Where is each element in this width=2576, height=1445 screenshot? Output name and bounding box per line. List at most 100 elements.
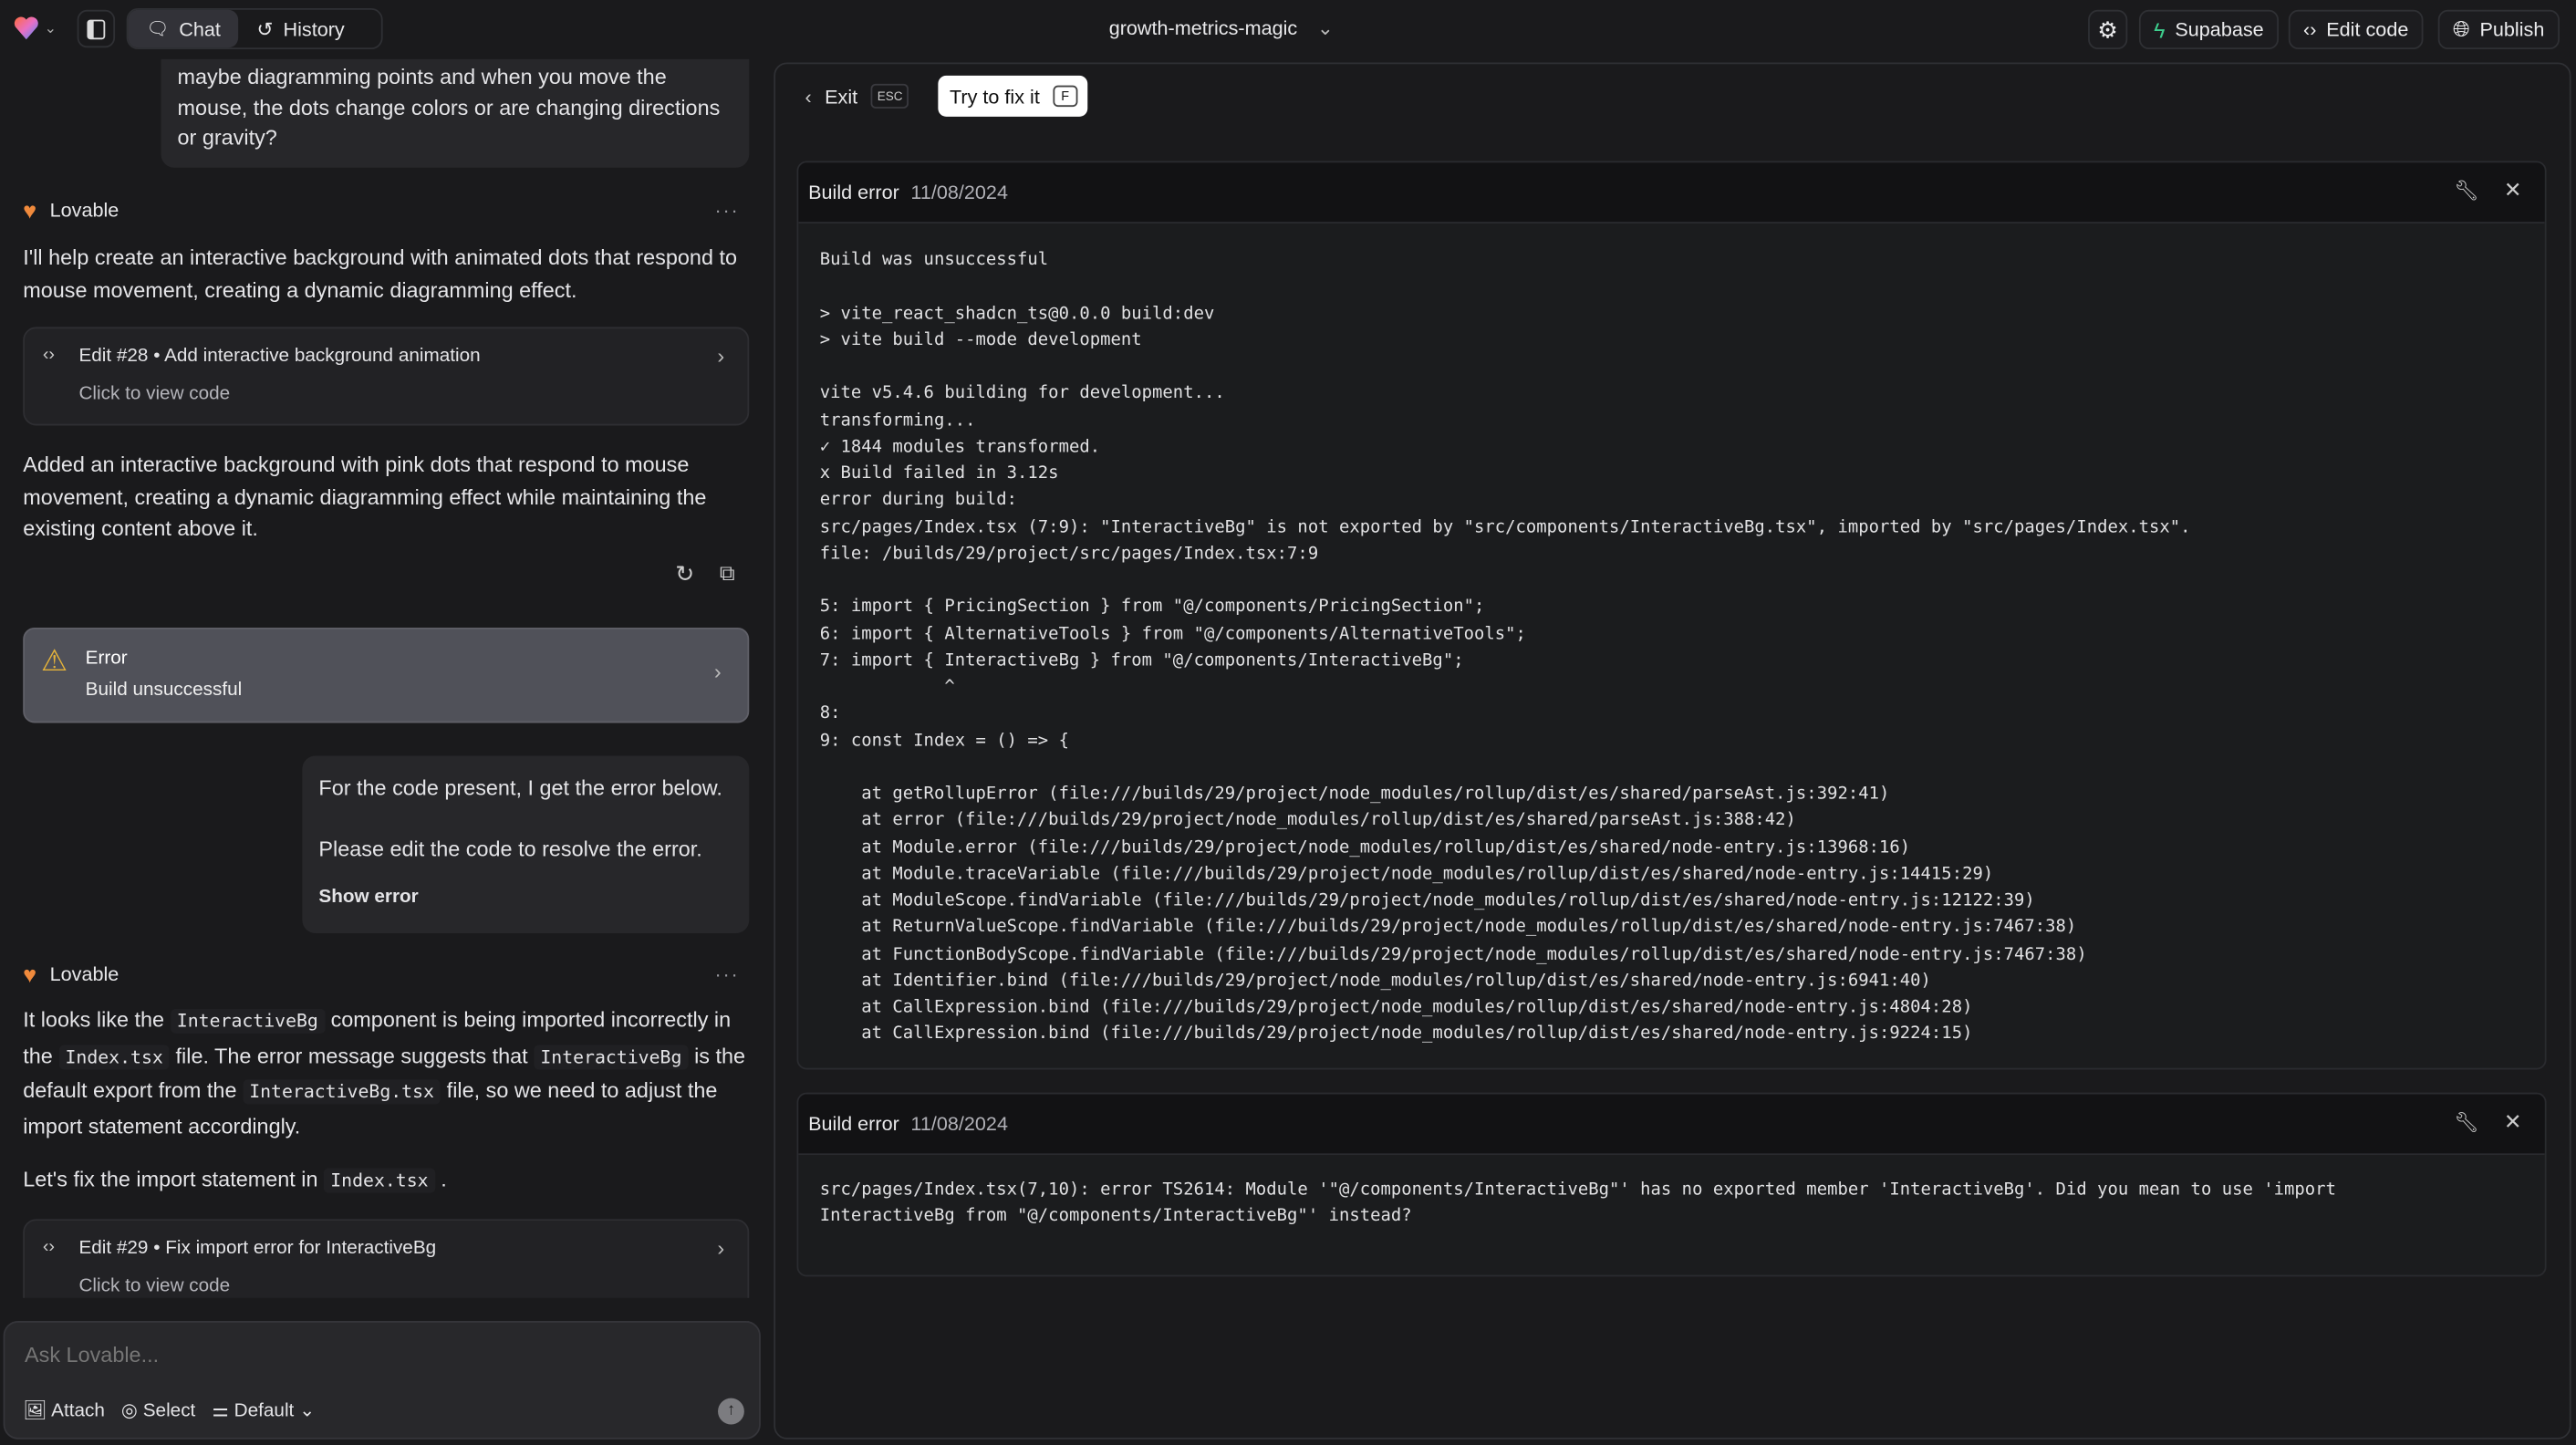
log-line: at ModuleScope.findVariable (file:///bui…: [819, 890, 2035, 910]
select-button[interactable]: ◎ Select: [121, 1398, 195, 1421]
code-icon: ‹›: [42, 1237, 56, 1257]
supabase-icon: ϟ: [2154, 16, 2166, 42]
log-line: at ReturnValueScope.findVariable (file:/…: [819, 917, 2077, 938]
send-button[interactable]: ↑: [718, 1398, 744, 1425]
open-external-icon[interactable]: ⧉: [720, 560, 735, 587]
inline-code: InteractiveBg: [534, 1044, 689, 1069]
publish-button[interactable]: 🌐︎ Publish: [2437, 9, 2560, 50]
view-tabs: 🗨 Chat ↺ History: [126, 8, 383, 50]
inline-code: Index.tsx: [58, 1044, 171, 1069]
log-line: at Module.traceVariable (file:///builds/…: [819, 863, 1994, 884]
tab-chat[interactable]: 🗨 Chat: [128, 9, 239, 48]
log-line: 9: const Index = () => {: [819, 730, 1069, 751]
exit-button[interactable]: ‹ Exit ESC: [805, 83, 909, 109]
log-line: at Module.error (file:///builds/29/proje…: [819, 837, 1911, 858]
assistant-header: ♥ Lovable ···: [23, 197, 740, 224]
log-line: at CallExpression.bind (file:///builds/2…: [819, 1024, 1973, 1045]
sidebar-icon: [87, 18, 106, 39]
user-message: maybe diagramming points and when you mo…: [161, 58, 750, 168]
log-line: 5: import { PricingSection } from "@/com…: [819, 597, 1485, 617]
error-card[interactable]: ⚠ Error Build unsuccessful ›: [23, 627, 750, 723]
log-line: ✓ 1844 modules transformed.: [819, 436, 1101, 457]
assistant-message: It looks like the InteractiveBg componen…: [23, 1003, 753, 1143]
chevron-right-icon: ›: [717, 1235, 725, 1261]
chevron-down-icon: ⌄: [1316, 16, 1334, 40]
code-icon: ‹›: [2303, 17, 2317, 42]
inline-code: Index.tsx: [324, 1168, 435, 1193]
assistant-message: Let's fix the import statement in Index.…: [23, 1163, 753, 1197]
log-line: file: /builds/29/project/src/pages/Index…: [819, 543, 1319, 564]
log-line: at error (file:///builds/29/project/node…: [819, 810, 1796, 830]
user-message: For the code present, I get the error be…: [302, 755, 750, 933]
more-options-button[interactable]: ···: [714, 962, 739, 985]
chevron-left-icon: ‹: [805, 84, 812, 108]
toggle-sidebar-button[interactable]: [77, 9, 116, 48]
build-error-panel: Build error 11/08/2024 🔧︎ ✕ src/pages/In…: [796, 1092, 2547, 1277]
log-line: 8:: [819, 703, 851, 723]
show-error-link[interactable]: Show error: [318, 882, 418, 912]
wrench-icon[interactable]: 🔧︎: [2454, 1110, 2478, 1133]
project-name: growth-metrics-magic: [1108, 16, 1298, 40]
top-bar: ⌄ 🗨 Chat ↺ History growth-metrics-magic ⌄ …: [0, 0, 2576, 59]
log-line: at getRollupError (file:///builds/29/pro…: [819, 784, 1890, 804]
build-error-header: Build error 11/08/2024 🔧︎ ✕: [798, 162, 2545, 224]
chat-icon: 🗨: [146, 19, 170, 40]
settings-button[interactable]: ⚙: [2088, 9, 2128, 50]
log-line: Build was unsuccessful: [819, 249, 1049, 270]
lovable-logo-icon: [14, 16, 38, 40]
try-to-fix-button[interactable]: Try to fix it F: [938, 75, 1087, 117]
history-icon: ↺: [256, 16, 274, 41]
chat-input-box: 🖼︎ Attach ◎ Select ⚌ Default ⌄ ↑: [3, 1321, 761, 1440]
inline-code: InteractiveBg.tsx: [242, 1079, 441, 1105]
close-icon[interactable]: ✕: [2504, 178, 2522, 204]
mode-dropdown[interactable]: ⚌ Default ⌄: [212, 1398, 315, 1421]
log-line: InteractiveBg from "@/components/Interac…: [819, 1206, 1412, 1227]
gear-icon: ⚙: [2097, 16, 2119, 42]
build-log: src/pages/Index.tsx(7,10): error TS2614:…: [798, 1155, 2544, 1253]
attach-button[interactable]: 🖼︎ Attach: [23, 1398, 105, 1421]
log-line: transforming...: [819, 410, 976, 430]
chat-input[interactable]: [25, 1342, 682, 1367]
f-key-hint: F: [1053, 85, 1078, 108]
log-line: src/pages/Index.tsx(7,10): error TS2614:…: [819, 1180, 2336, 1200]
lovable-avatar-icon: ♥: [23, 197, 37, 224]
globe-icon: 🌐︎: [2452, 16, 2470, 42]
log-line: > vite_react_shadcn_ts@0.0.0 build:dev: [819, 303, 1215, 323]
edit-card[interactable]: ‹› Edit #28 • Add interactive background…: [23, 327, 750, 426]
sliders-icon: ⚌: [212, 1401, 229, 1421]
build-error-header: Build error 11/08/2024 🔧︎ ✕: [798, 1094, 2545, 1156]
project-name-dropdown[interactable]: growth-metrics-magic ⌄: [1109, 16, 1334, 39]
tab-history[interactable]: ↺ History: [239, 10, 363, 47]
project-menu-button[interactable]: ⌄: [13, 15, 57, 41]
assistant-message: I'll help create an interactive backgrou…: [23, 244, 738, 302]
supabase-button[interactable]: ϟ Supabase: [2138, 9, 2279, 50]
log-line: at Identifier.bind (file:///builds/29/pr…: [819, 970, 1931, 991]
arrow-up-icon: ↑: [726, 1401, 735, 1420]
warning-icon: ⚠: [41, 643, 68, 678]
log-line: error during build:: [819, 490, 1018, 510]
text-segment: .: [434, 1166, 447, 1191]
build-log: Build was unsuccessful > vite_react_shadc…: [798, 224, 2544, 1068]
log-line: src/pages/Index.tsx (7:9): "InteractiveB…: [819, 516, 2191, 537]
text-segment: It looks like the: [23, 1007, 171, 1033]
esc-key-hint: ESC: [870, 83, 909, 109]
log-line: vite v5.4.6 building for development...: [819, 383, 1225, 403]
log-line: 7: import { InteractiveBg } from "@/comp…: [819, 650, 1464, 671]
text-segment: Let's fix the import statement in: [23, 1166, 325, 1191]
log-line: x Build failed in 3.12s: [819, 463, 1059, 483]
chat-panel: maybe diagramming points and when you mo…: [0, 58, 766, 1445]
assistant-message: Added an interactive background with pin…: [23, 452, 707, 541]
refresh-icon[interactable]: ↻: [675, 560, 694, 588]
chevron-right-icon: ›: [713, 659, 722, 684]
edit-code-button[interactable]: ‹› Edit code: [2288, 9, 2424, 50]
close-icon[interactable]: ✕: [2504, 1109, 2522, 1136]
assistant-header: ♥ Lovable ···: [23, 961, 740, 988]
target-icon: ◎: [120, 1401, 138, 1421]
lovable-avatar-icon: ♥: [23, 961, 37, 988]
inline-code: InteractiveBg: [170, 1008, 326, 1034]
wrench-icon[interactable]: 🔧︎: [2454, 179, 2478, 202]
more-options-button[interactable]: ···: [714, 199, 739, 222]
